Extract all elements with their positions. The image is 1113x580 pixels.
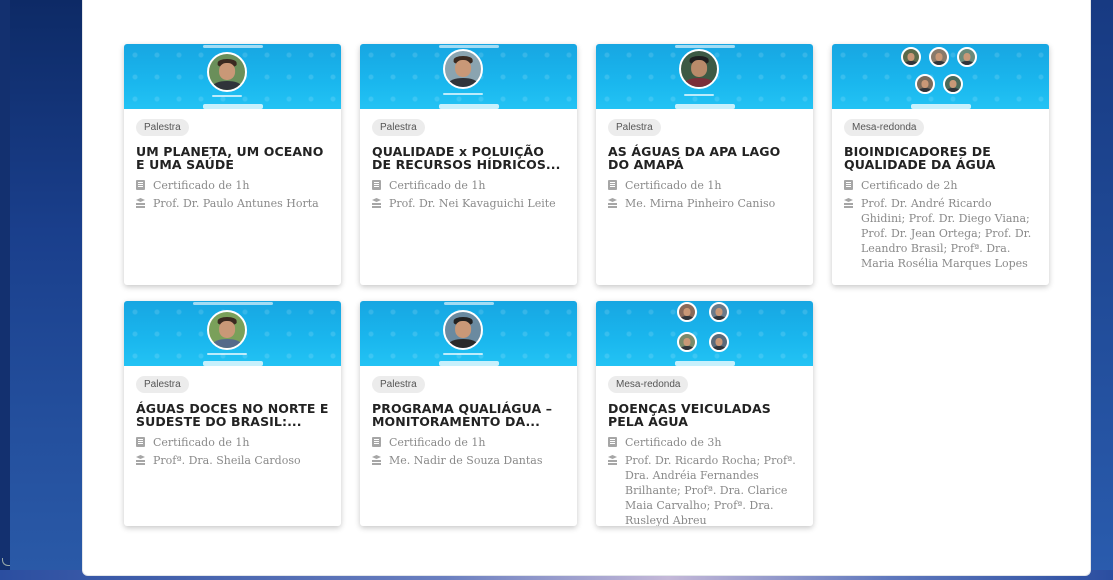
certificate-icon xyxy=(136,180,145,190)
speaker-photo xyxy=(207,52,247,92)
event-title[interactable]: DOENÇAS VEICULADAS PELA ÁGUA xyxy=(608,402,801,428)
background-left xyxy=(0,0,82,580)
speaker-photo xyxy=(901,47,921,67)
speaker-info: Profª. Dra. Sheila Cardoso xyxy=(136,453,329,468)
event-thumbnail xyxy=(124,44,341,109)
speaker-info: Prof. Dr. Nei Kavaguichi Leite xyxy=(372,196,565,211)
event-title[interactable]: BIOINDICADORES DE QUALIDADE DA ÁGUA xyxy=(844,145,1037,171)
speaker-photo xyxy=(929,47,949,67)
certificate-icon xyxy=(608,180,617,190)
speaker-info: Me. Mirna Pinheiro Caniso xyxy=(608,196,801,211)
certificate-info: Certificado de 1h xyxy=(136,435,329,450)
certificate-icon xyxy=(136,437,145,447)
event-thumbnail xyxy=(596,44,813,109)
event-title[interactable]: UM PLANETA, UM OCEANO E UMA SAÚDE xyxy=(136,145,329,171)
event-type-badge: Mesa-redonda xyxy=(844,119,925,136)
event-thumbnail xyxy=(596,301,813,366)
speaker-photo xyxy=(709,332,729,352)
graduation-cap-icon xyxy=(136,455,145,465)
background-right xyxy=(1091,0,1113,580)
speaker-photo xyxy=(677,302,697,322)
event-card[interactable]: Palestra UM PLANETA, UM OCEANO E UMA SAÚ… xyxy=(124,44,341,285)
graduation-cap-icon xyxy=(608,198,617,208)
speaker-photo xyxy=(915,74,935,94)
speaker-info: Prof. Dr. André Ricardo Ghidini; Prof. D… xyxy=(844,196,1037,271)
event-card[interactable]: Palestra ÁGUAS DOCES NO NORTE E SUDESTE … xyxy=(124,301,341,526)
speaker-photo xyxy=(443,310,483,350)
speaker-info: Me. Nadir de Souza Dantas xyxy=(372,453,565,468)
event-type-badge: Palestra xyxy=(372,119,425,136)
speaker-photo xyxy=(943,74,963,94)
graduation-cap-icon xyxy=(136,198,145,208)
event-thumbnail xyxy=(832,44,1049,109)
certificate-icon xyxy=(372,180,381,190)
certificate-info: Certificado de 1h xyxy=(372,178,565,193)
event-card[interactable]: Palestra PROGRAMA QUALIÁGUA – MONITORAME… xyxy=(360,301,577,526)
graduation-cap-icon xyxy=(608,455,617,465)
graduation-cap-icon xyxy=(372,455,381,465)
certificate-info: Certificado de 1h xyxy=(372,435,565,450)
event-thumbnail xyxy=(124,301,341,366)
event-title[interactable]: QUALIDADE x POLUIÇÃO DE RECURSOS HÍDRICO… xyxy=(372,145,565,171)
speaker-info: Prof. Dr. Ricardo Rocha; Profª. Dra. And… xyxy=(608,453,801,526)
event-type-badge: Mesa-redonda xyxy=(608,376,689,393)
event-card[interactable]: Palestra AS ÁGUAS DA APA LAGO DO AMAPÁ C… xyxy=(596,44,813,285)
event-card[interactable]: Mesa-redonda BIOINDICADORES DE QUALIDADE… xyxy=(832,44,1049,285)
event-title[interactable]: AS ÁGUAS DA APA LAGO DO AMAPÁ xyxy=(608,145,801,171)
certificate-icon xyxy=(844,180,853,190)
event-title[interactable]: PROGRAMA QUALIÁGUA – MONITORAMENTO DA... xyxy=(372,402,565,428)
speaker-photo xyxy=(443,49,483,89)
event-type-badge: Palestra xyxy=(608,119,661,136)
certificate-info: Certificado de 3h xyxy=(608,435,801,450)
graduation-cap-icon xyxy=(372,198,381,208)
event-type-badge: Palestra xyxy=(372,376,425,393)
event-card[interactable]: Mesa-redonda DOENÇAS VEICULADAS PELA ÁGU… xyxy=(596,301,813,526)
certificate-info: Certificado de 1h xyxy=(136,178,329,193)
graduation-cap-icon xyxy=(844,198,853,208)
event-type-badge: Palestra xyxy=(136,376,189,393)
events-panel: Palestra UM PLANETA, UM OCEANO E UMA SAÚ… xyxy=(82,0,1091,576)
certificate-info: Certificado de 2h xyxy=(844,178,1037,193)
certificate-info: Certificado de 1h xyxy=(608,178,801,193)
speaker-photo xyxy=(957,47,977,67)
event-thumbnail xyxy=(360,44,577,109)
speaker-info: Prof. Dr. Paulo Antunes Horta xyxy=(136,196,329,211)
event-type-badge: Palestra xyxy=(136,119,189,136)
certificate-icon xyxy=(372,437,381,447)
speaker-photo xyxy=(709,302,729,322)
certificate-icon xyxy=(608,437,617,447)
speaker-photo xyxy=(679,49,719,89)
event-title[interactable]: ÁGUAS DOCES NO NORTE E SUDESTE DO BRASIL… xyxy=(136,402,329,428)
event-card[interactable]: Palestra QUALIDADE x POLUIÇÃO DE RECURSO… xyxy=(360,44,577,285)
event-thumbnail xyxy=(360,301,577,366)
speaker-photo xyxy=(677,332,697,352)
speaker-photo xyxy=(207,310,247,350)
